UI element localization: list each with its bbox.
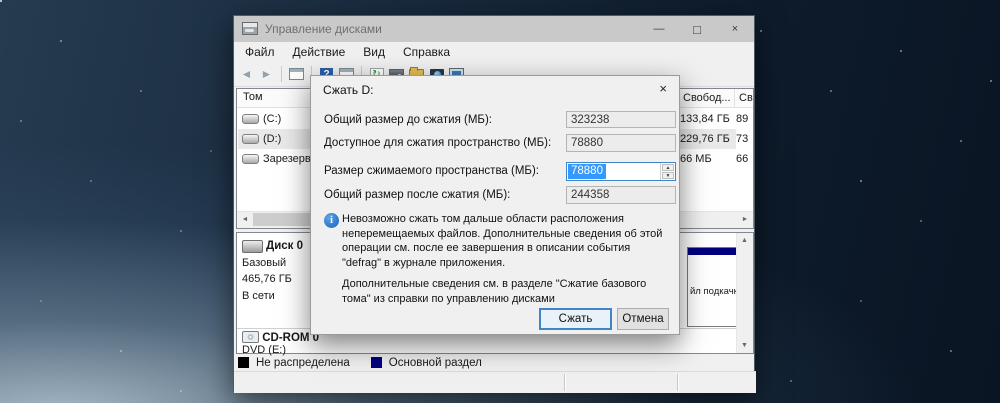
minimize-button[interactable]: — <box>640 16 678 42</box>
shrink-size-input[interactable]: 78880 ▲ ▼ <box>566 162 676 181</box>
label-shrink-size: Размер сжимаемого пространства (МБ): <box>324 165 539 177</box>
legend-bar: Не распределена Основной раздел <box>236 355 756 370</box>
menu-bar: Файл Действие Вид Справка <box>234 42 754 62</box>
info-text: Невозможно сжать том дальше области расп… <box>342 212 672 270</box>
volume-icon <box>242 134 259 144</box>
partition-block[interactable]: йл подкачк <box>687 247 743 327</box>
console-window-icon[interactable] <box>288 66 305 82</box>
volume-name: (D:) <box>263 133 281 145</box>
help-text: Дополнительные сведения см. в разделе "С… <box>342 277 672 306</box>
scroll-right-icon[interactable]: ► <box>737 212 753 227</box>
disk-management-icon <box>242 22 258 35</box>
shrink-button[interactable]: Сжать <box>539 308 612 330</box>
volume-free: 133,84 ГБ <box>680 109 730 129</box>
shrink-size-value: 78880 <box>568 164 606 179</box>
disk0-header[interactable]: Диск 0 Базовый 465,76 ГБ В сети <box>237 233 315 328</box>
column-header-volume[interactable]: Том <box>243 91 263 103</box>
vertical-scrollbar[interactable]: ▲ ▼ <box>736 233 753 353</box>
menu-help[interactable]: Справка <box>394 42 459 62</box>
menu-view[interactable]: Вид <box>354 42 394 62</box>
shrink-dialog: Сжать D: × Общий размер до сжатия (МБ): … <box>310 75 680 335</box>
status-bar <box>234 371 756 393</box>
volume-free-pct: 66 <box>736 149 748 169</box>
title-bar[interactable]: Управление дисками — □ × <box>234 16 754 42</box>
legend-label-primary: Основной раздел <box>389 357 482 369</box>
menu-action[interactable]: Действие <box>284 42 355 62</box>
window-title: Управление дисками <box>265 16 382 42</box>
volume-free-pct: 89 <box>736 109 748 129</box>
scroll-up-icon[interactable]: ▲ <box>737 233 752 248</box>
disk0-status: В сети <box>242 288 314 305</box>
menu-file[interactable]: Файл <box>236 42 284 62</box>
field-total-after: 244358 <box>566 186 676 204</box>
disk0-type: Базовый <box>242 255 314 272</box>
dialog-close-icon[interactable]: × <box>659 81 667 96</box>
statusbar-divider <box>564 374 565 391</box>
cancel-button[interactable]: Отмена <box>617 308 669 330</box>
column-header-free-pct[interactable]: Св <box>739 89 753 107</box>
scroll-down-icon[interactable]: ▼ <box>737 338 752 353</box>
disk-icon <box>242 240 263 253</box>
back-icon[interactable]: ◄ <box>238 66 255 82</box>
spinner: ▲ ▼ <box>660 163 675 180</box>
stars-decoration <box>0 0 2 2</box>
volume-icon <box>242 154 259 164</box>
disk0-size: 465,76 ГБ <box>242 271 314 288</box>
spin-up-icon[interactable]: ▲ <box>662 164 674 171</box>
column-header-free[interactable]: Свобод... <box>683 89 731 107</box>
statusbar-divider <box>677 374 678 391</box>
volume-free: 66 МБ <box>680 149 712 169</box>
legend-label-unallocated: Не распределена <box>256 357 350 369</box>
label-total-after: Общий размер после сжатия (МБ): <box>324 189 510 201</box>
window-controls: — □ × <box>640 16 754 42</box>
volume-icon <box>242 114 259 124</box>
desktop-background: Управление дисками — □ × Файл Действие В… <box>0 0 1000 403</box>
label-total-before: Общий размер до сжатия (МБ): <box>324 114 492 126</box>
legend-swatch-unallocated <box>238 357 249 368</box>
toolbar-separator <box>281 66 282 82</box>
field-available: 78880 <box>566 134 676 152</box>
label-available: Доступное для сжатия пространство (МБ): <box>324 137 551 149</box>
partition-label: йл подкачк <box>690 286 738 297</box>
field-total-before: 323238 <box>566 111 676 128</box>
volume-free: 229,76 ГБ <box>680 129 730 149</box>
column-divider[interactable] <box>734 89 735 107</box>
dialog-title: Сжать D: <box>323 83 373 97</box>
volume-free-pct: 73 <box>736 129 748 149</box>
forward-icon[interactable]: ► <box>258 66 275 82</box>
legend-swatch-primary <box>371 357 382 368</box>
partition-status-band <box>688 248 742 255</box>
volume-name: (C:) <box>263 113 281 125</box>
info-icon: i <box>324 213 339 228</box>
spin-down-icon[interactable]: ▼ <box>662 172 674 179</box>
disk0-title: Диск 0 <box>242 238 314 255</box>
cdrom-icon <box>242 331 259 343</box>
close-button[interactable]: × <box>716 16 754 42</box>
maximize-button[interactable]: □ <box>678 16 716 42</box>
scroll-left-icon[interactable]: ◄ <box>237 212 253 227</box>
